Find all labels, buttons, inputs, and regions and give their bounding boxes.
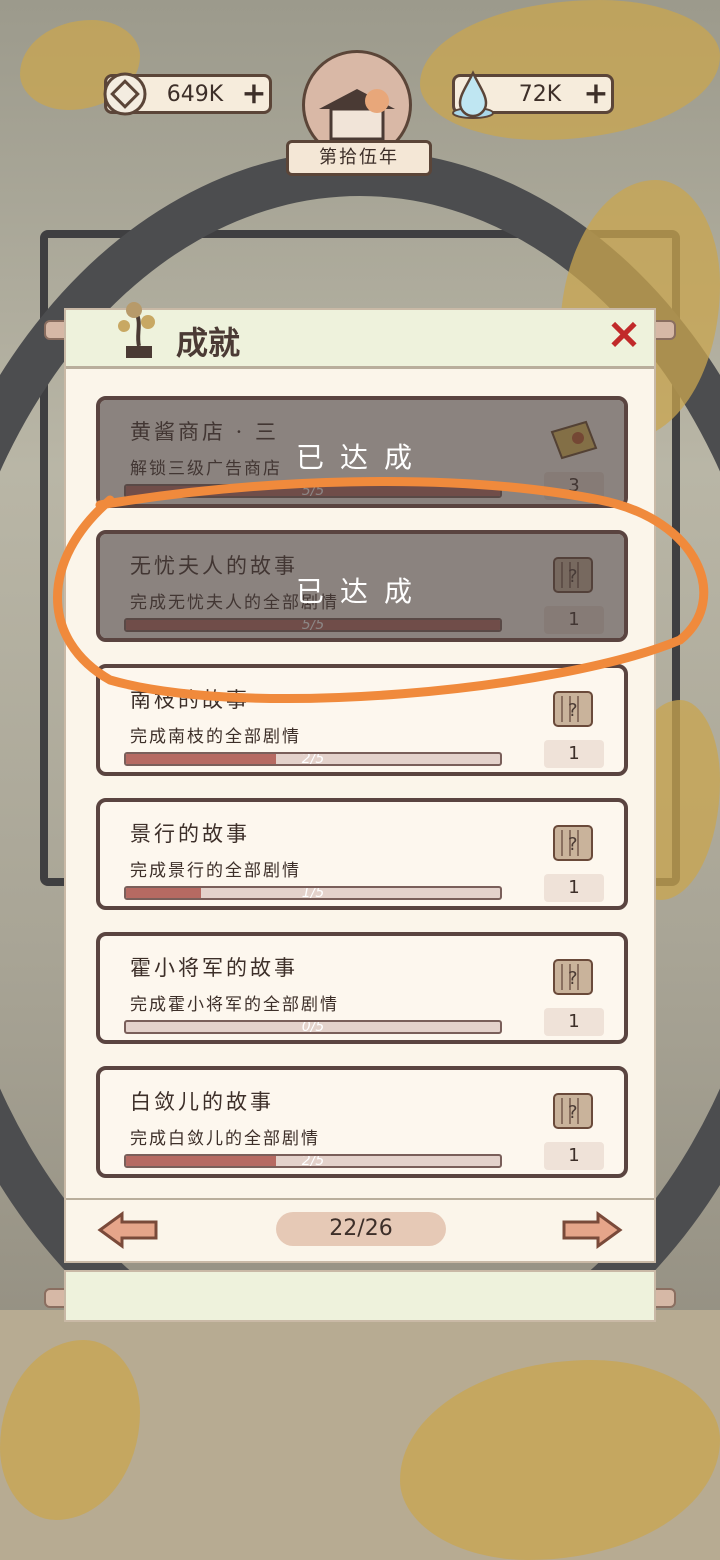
add-water-button[interactable]: + (581, 79, 611, 109)
reward-count: 1 (544, 740, 604, 768)
achievement-desc: 完成景行的全部剧情 (130, 861, 301, 881)
reward-count: 3 (544, 472, 604, 500)
scroll-icon: ? (546, 954, 602, 1000)
achievement-card[interactable]: 无忧夫人的故事 完成无忧夫人的全部剧情 5/5? 1 已达成 (96, 530, 628, 642)
progress-bar: 5/5 (124, 618, 502, 632)
progress-fill (126, 620, 500, 630)
panel-footer (64, 1270, 656, 1322)
achievement-desc: 完成白敛儿的全部剧情 (130, 1129, 320, 1149)
reward-count: 1 (544, 1142, 604, 1170)
achievement-card[interactable]: 南枝的故事完成南枝的全部剧情 2/5? 1 (96, 664, 628, 776)
progress-bar: 2/5 (124, 752, 502, 766)
scroll-icon: ? (546, 686, 602, 732)
reward-count: 1 (544, 1008, 604, 1036)
progress-text: 0/5 (301, 1020, 325, 1034)
water-amount: 72K (518, 81, 562, 107)
progress-text: 2/5 (301, 752, 325, 766)
progress-text: 2/5 (301, 1154, 325, 1168)
arrow-right-icon[interactable] (560, 1210, 624, 1250)
close-icon[interactable]: ✕ (604, 316, 644, 356)
bonsai-icon (106, 296, 170, 362)
progress-bar: 2/5 (124, 1154, 502, 1168)
progress-fill (126, 486, 500, 496)
achievement-name: 白敛儿的故事 (130, 1090, 274, 1114)
add-coins-button[interactable]: + (239, 79, 269, 109)
panel-header: 成就 ✕ (66, 302, 654, 369)
coin-counter[interactable]: 649K + (103, 72, 272, 116)
scroll-icon: ? (546, 820, 602, 866)
achievement-desc: 完成南枝的全部剧情 (130, 727, 301, 747)
svg-text:?: ? (568, 834, 578, 855)
scroll-icon: ? (546, 1088, 602, 1134)
reward-count: 1 (544, 874, 604, 902)
panel-title: 成就 (176, 324, 241, 362)
completed-label: 已达成 (295, 575, 428, 608)
reward-count: 1 (544, 606, 604, 634)
pager: 22/26 (66, 1198, 654, 1260)
water-counter[interactable]: 72K + (452, 70, 614, 119)
svg-text:?: ? (568, 968, 578, 989)
water-drop-icon (447, 68, 499, 120)
achievement-card[interactable]: 黄酱商店 · 三解锁三级广告商店 5/5 3 已达成 (96, 396, 628, 508)
achievement-name: 霍小将军的故事 (130, 956, 298, 980)
progress-bar: 1/5 (124, 886, 502, 900)
page-indicator: 22/26 (276, 1212, 446, 1246)
achievement-name: 景行的故事 (130, 822, 250, 846)
arrow-left-icon[interactable] (96, 1210, 160, 1250)
completed-label: 已达成 (295, 441, 428, 474)
progress-text: 5/5 (301, 484, 325, 498)
progress-bar: 0/5 (124, 1020, 502, 1034)
achievement-card[interactable]: 霍小将军的故事完成霍小将军的全部剧情 0/5? 1 (96, 932, 628, 1044)
achievement-card[interactable]: 景行的故事完成景行的全部剧情 1/5? 1 (96, 798, 628, 910)
achievement-desc: 完成霍小将军的全部剧情 (130, 995, 339, 1015)
progress-text: 5/5 (301, 618, 325, 632)
svg-text:?: ? (568, 1102, 578, 1123)
progress-text: 1/5 (301, 886, 325, 900)
progress-bar: 5/5 (124, 484, 502, 498)
achievement-card[interactable]: 白敛儿的故事完成白敛儿的全部剧情 2/5? 1 (96, 1066, 628, 1178)
achievement-name: 南枝的故事 (130, 688, 250, 712)
year-badge: 第拾伍年 (286, 140, 432, 176)
achievements-panel: 成就 ✕ 黄酱商店 · 三解锁三级广告商店 5/5 3 已达成 无忧夫人的故事 完成无忧夫… (64, 302, 656, 1263)
coin-icon (99, 68, 151, 120)
svg-text:?: ? (568, 700, 578, 721)
coin-amount: 649K (166, 81, 224, 107)
